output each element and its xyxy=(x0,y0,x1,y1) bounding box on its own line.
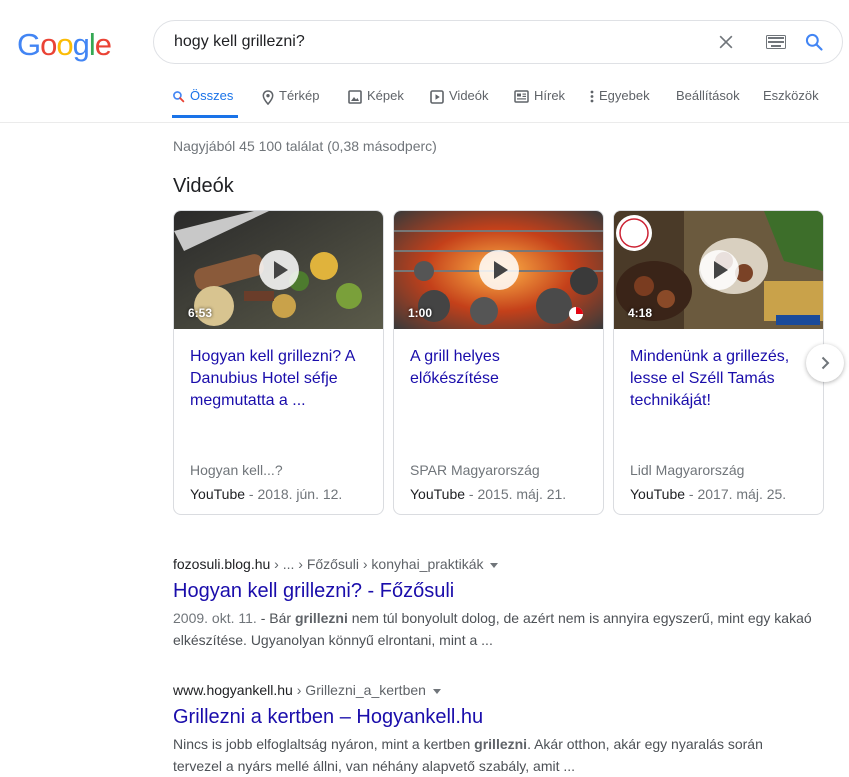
video-source: YouTube - 2018. jún. 12. xyxy=(190,486,342,502)
search-input[interactable]: hogy kell grillezni? xyxy=(174,33,305,51)
search-icon[interactable] xyxy=(804,32,824,52)
video-thumbnail[interactable]: 1:00 xyxy=(394,211,603,329)
video-date: - 2018. jún. 12. xyxy=(245,486,343,502)
logo-letter: G xyxy=(17,27,41,62)
videos-heading: Videók xyxy=(173,175,234,197)
dropdown-arrow-icon[interactable] xyxy=(432,688,441,694)
tab-more[interactable]: Egyebek xyxy=(590,88,650,118)
video-thumbnail[interactable]: 4:18 xyxy=(614,211,823,329)
tab-label: Eszközök xyxy=(763,88,819,103)
video-card[interactable]: 4:18 Mindenünk a grillezés, lesse el Szé… xyxy=(613,210,824,515)
result-stats: Nagyjából 45 100 találat (0,38 másodperc… xyxy=(173,138,437,154)
search-result: fozosuli.blog.hu › ... › Főzősuli › kony… xyxy=(173,556,813,651)
video-title[interactable]: Hogyan kell grillezni? A Danubius Hotel … xyxy=(190,346,370,412)
search-result: www.hogyankell.hu › Grillezni_a_kertben … xyxy=(173,682,813,777)
image-icon xyxy=(348,90,362,104)
result-domain: fozosuli.blog.hu xyxy=(173,556,271,572)
result-path: › Grillezni_a_kertben xyxy=(292,682,426,698)
video-source: YouTube - 2015. máj. 21. xyxy=(410,486,566,502)
result-title[interactable]: Hogyan kell grillezni? - Főzősuli xyxy=(173,578,813,604)
tab-news[interactable]: Hírek xyxy=(514,88,565,118)
chevron-right-icon xyxy=(821,356,830,370)
video-title[interactable]: A grill helyes előkészítése xyxy=(410,346,590,390)
tab-label: Térkép xyxy=(279,88,320,103)
video-duration: 6:53 xyxy=(188,306,213,320)
video-channel: Lidl Magyarország xyxy=(630,462,745,478)
tab-settings[interactable]: Beállítások xyxy=(676,88,740,118)
snippet-text: - Bár xyxy=(256,610,295,626)
result-domain: www.hogyankell.hu xyxy=(173,682,293,698)
result-path: › ... › Főzősuli › konyhai_praktikák xyxy=(270,556,484,572)
tab-images[interactable]: Képek xyxy=(348,88,404,118)
play-icon xyxy=(259,250,299,290)
video-card[interactable]: 1:00 A grill helyes előkészítése SPAR Ma… xyxy=(393,210,604,515)
video-channel: SPAR Magyarország xyxy=(410,462,540,478)
result-url[interactable]: fozosuli.blog.hu › ... › Főzősuli › kony… xyxy=(173,556,813,572)
video-date: - 2017. máj. 25. xyxy=(685,486,787,502)
news-icon xyxy=(514,90,529,103)
result-url[interactable]: www.hogyankell.hu › Grillezni_a_kertben xyxy=(173,682,813,698)
video-thumbnail[interactable]: 6:53 xyxy=(174,211,383,329)
video-platform: YouTube xyxy=(630,486,686,502)
tab-label: Hírek xyxy=(534,88,566,103)
video-source: YouTube - 2017. máj. 25. xyxy=(630,486,786,502)
google-logo[interactable]: Google xyxy=(17,27,112,63)
video-duration: 4:18 xyxy=(628,306,653,320)
tab-label: Beállítások xyxy=(676,88,740,103)
tab-videos[interactable]: Videók xyxy=(430,88,489,118)
more-vert-icon xyxy=(590,90,594,103)
tab-label: Képek xyxy=(367,88,404,103)
tab-label: Egyebek xyxy=(599,88,650,103)
tab-label: Videók xyxy=(449,88,489,103)
result-date: 2009. okt. 11. xyxy=(173,610,257,626)
tab-tools[interactable]: Eszközök xyxy=(763,88,819,118)
carousel-next-button[interactable] xyxy=(806,344,844,382)
logo-letter: g xyxy=(72,27,90,62)
tab-label: Összes xyxy=(190,88,234,103)
play-icon xyxy=(479,250,519,290)
video-platform: YouTube xyxy=(190,486,246,502)
video-duration: 1:00 xyxy=(408,306,433,320)
tab-map[interactable]: Térkép xyxy=(262,88,319,118)
logo-letter: o xyxy=(56,27,73,62)
result-title[interactable]: Grillezni a kertben – Hogyankell.hu xyxy=(173,704,813,730)
video-date: - 2015. máj. 21. xyxy=(465,486,567,502)
clear-icon[interactable] xyxy=(716,32,736,52)
dropdown-arrow-icon[interactable] xyxy=(490,562,499,568)
video-card[interactable]: 6:53 Hogyan kell grillezni? A Danubius H… xyxy=(173,210,384,515)
video-platform: YouTube xyxy=(410,486,466,502)
tab-all[interactable]: Összes xyxy=(172,88,238,118)
snippet-highlight: grillezni xyxy=(474,736,528,752)
logo-letter: e xyxy=(94,27,112,62)
snippet-highlight: grillezni xyxy=(294,610,348,626)
logo-letter: o xyxy=(40,27,57,62)
result-snippet: 2009. okt. 11. - Bár grillezni nem túl b… xyxy=(173,607,813,651)
snippet-text: Nincs is jobb elfoglaltság nyáron, mint … xyxy=(173,736,475,752)
tabs-divider xyxy=(0,122,849,123)
result-snippet: Nincs is jobb elfoglaltság nyáron, mint … xyxy=(173,733,813,777)
video-title[interactable]: Mindenünk a grillezés, lesse el Széll Ta… xyxy=(630,346,810,412)
map-pin-icon xyxy=(262,90,274,105)
keyboard-icon[interactable] xyxy=(766,35,786,49)
video-icon xyxy=(430,90,444,104)
search-box[interactable]: hogy kell grillezni? xyxy=(153,20,843,64)
play-icon xyxy=(699,250,739,290)
search-icon xyxy=(173,91,185,103)
video-channel: Hogyan kell...? xyxy=(190,462,283,478)
